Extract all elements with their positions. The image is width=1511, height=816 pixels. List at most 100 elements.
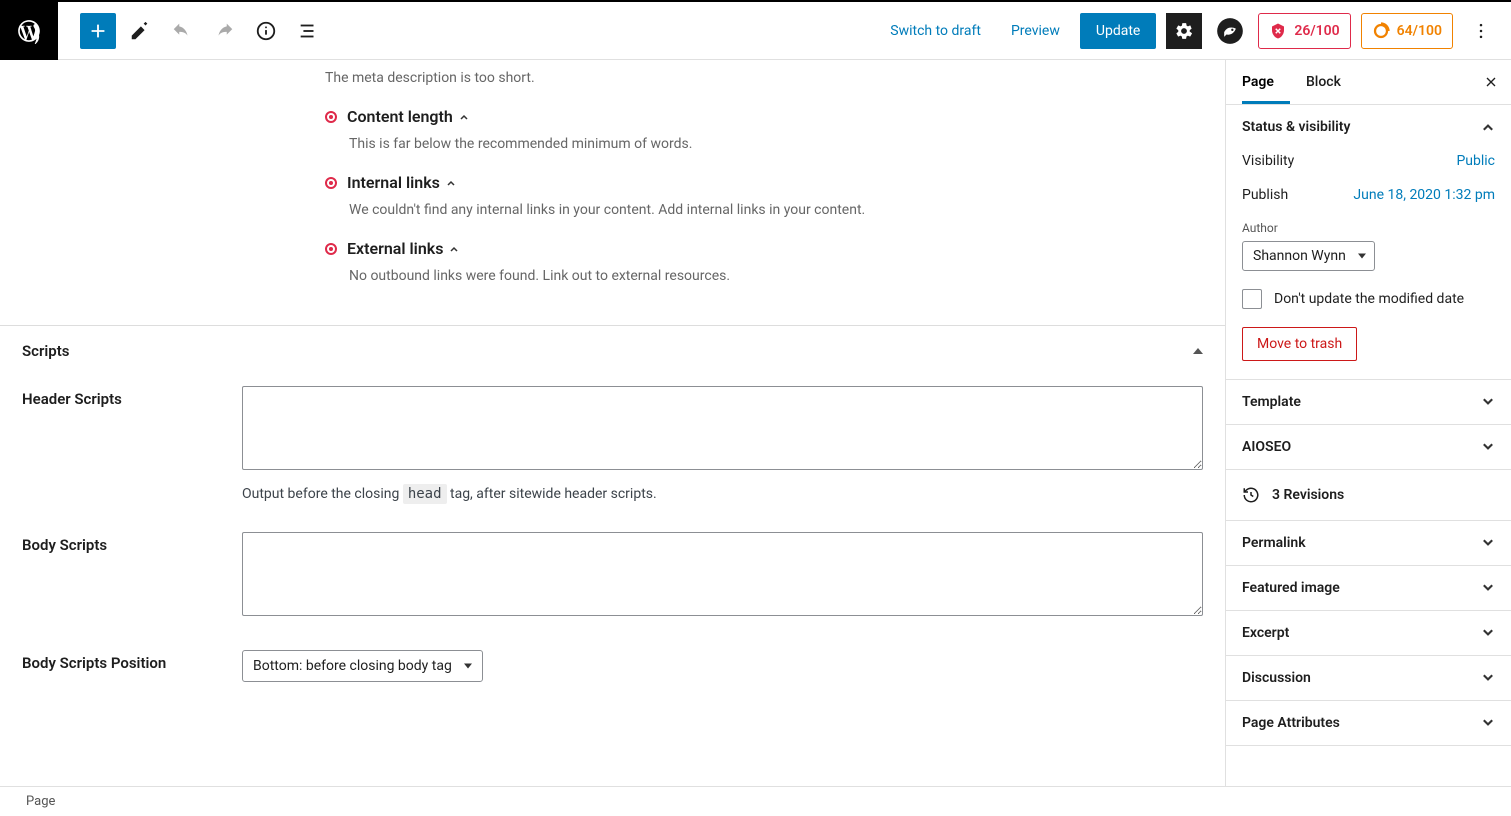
outline-icon[interactable]	[290, 13, 326, 49]
sidebar-tabs: Page Block	[1226, 60, 1511, 105]
chevron-up-icon	[1481, 120, 1495, 134]
chevron-down-icon	[1481, 581, 1495, 595]
update-button[interactable]: Update	[1080, 13, 1156, 49]
visibility-value[interactable]: Public	[1456, 153, 1495, 169]
main-editor: The meta description is too short. Conte…	[0, 60, 1225, 786]
seo-item-header[interactable]: External links	[325, 239, 1185, 258]
seo-score-badge[interactable]: 26/100	[1258, 13, 1350, 49]
tab-page[interactable]: Page	[1226, 60, 1290, 104]
discussion-header[interactable]: Discussion	[1226, 656, 1511, 700]
permalink-header[interactable]: Permalink	[1226, 521, 1511, 565]
breadcrumb-bar: Page	[0, 786, 1511, 816]
seo-analysis-list: The meta description is too short. Conte…	[0, 68, 1225, 325]
scripts-panel-header[interactable]: Scripts	[0, 326, 1225, 376]
seo-item-desc: No outbound links were found. Link out t…	[349, 266, 1185, 287]
body-scripts-textarea[interactable]	[242, 532, 1203, 616]
excerpt-header[interactable]: Excerpt	[1226, 611, 1511, 655]
readability-score-badge[interactable]: 64/100	[1361, 13, 1453, 49]
redo-button[interactable]	[206, 13, 242, 49]
publish-value[interactable]: June 18, 2020 1:32 pm	[1353, 187, 1495, 203]
dont-update-label: Don't update the modified date	[1274, 291, 1464, 307]
editor-toolbar: Switch to draft Preview Update 26/100 64…	[0, 0, 1511, 60]
chevron-down-icon	[1481, 671, 1495, 685]
move-to-trash-button[interactable]: Move to trash	[1242, 327, 1357, 361]
page-attributes-panel: Page Attributes	[1226, 701, 1511, 746]
body-scripts-label: Body Scripts	[22, 532, 242, 554]
close-sidebar-button[interactable]	[1471, 60, 1511, 104]
seo-item-title: Internal links	[347, 173, 440, 192]
author-row: Author Shannon Wynn	[1242, 221, 1495, 271]
scripts-panel: Scripts Header Scripts Output before the…	[0, 325, 1225, 742]
toolbar-left	[58, 13, 326, 49]
settings-button[interactable]	[1166, 13, 1202, 49]
excerpt-panel: Excerpt	[1226, 611, 1511, 656]
aioseo-panel: AIOSEO	[1226, 425, 1511, 470]
chevron-up-icon	[459, 112, 469, 122]
edit-icon[interactable]	[122, 13, 158, 49]
header-scripts-row: Header Scripts Output before the closing…	[22, 386, 1203, 502]
revisions-row[interactable]: 3 Revisions	[1226, 470, 1511, 520]
add-block-button[interactable]	[80, 13, 116, 49]
preview-button[interactable]: Preview	[1001, 15, 1070, 47]
chevron-down-icon	[1481, 440, 1495, 454]
dont-update-row: Don't update the modified date	[1242, 289, 1495, 309]
scripts-panel-body: Header Scripts Output before the closing…	[0, 376, 1225, 742]
author-select[interactable]: Shannon Wynn	[1242, 241, 1375, 271]
body-position-label: Body Scripts Position	[22, 650, 242, 672]
visibility-row: Visibility Public	[1242, 153, 1495, 169]
breadcrumb[interactable]: Page	[26, 794, 55, 809]
permalink-panel: Permalink	[1226, 521, 1511, 566]
readability-score-value: 64/100	[1397, 23, 1442, 39]
aioseo-header[interactable]: AIOSEO	[1226, 425, 1511, 469]
seo-item: Internal links We couldn't find any inte…	[325, 173, 1225, 221]
more-menu-button[interactable]	[1463, 13, 1499, 49]
switch-to-draft-button[interactable]: Switch to draft	[880, 15, 991, 47]
discussion-panel: Discussion	[1226, 656, 1511, 701]
header-scripts-hint: Output before the closing head tag, afte…	[242, 486, 1203, 502]
wordpress-logo[interactable]	[0, 2, 58, 60]
history-icon	[1242, 486, 1260, 504]
collapse-triangle-icon	[1193, 348, 1203, 354]
featured-image-header[interactable]: Featured image	[1226, 566, 1511, 610]
header-scripts-textarea[interactable]	[242, 386, 1203, 470]
seo-item-title: Content length	[347, 107, 453, 126]
revisions-panel: 3 Revisions	[1226, 470, 1511, 521]
status-visibility-header[interactable]: Status & visibility	[1226, 105, 1511, 149]
seo-item-desc: We couldn't find any internal links in y…	[349, 200, 1185, 221]
dont-update-checkbox[interactable]	[1242, 289, 1262, 309]
settings-sidebar: Page Block Status & visibility Visibilit…	[1225, 60, 1511, 786]
seo-item: The meta description is too short.	[325, 68, 1225, 89]
tab-underline	[1242, 101, 1290, 104]
workspace: The meta description is too short. Conte…	[0, 60, 1511, 786]
seo-item: External links No outbound links were fo…	[325, 239, 1225, 287]
page-attributes-header[interactable]: Page Attributes	[1226, 701, 1511, 745]
seo-item-desc: This is far below the recommended minimu…	[349, 134, 1185, 155]
seo-score-value: 26/100	[1294, 23, 1339, 39]
aioseo-icon[interactable]	[1212, 13, 1248, 49]
publish-row: Publish June 18, 2020 1:32 pm	[1242, 187, 1495, 203]
template-panel: Template	[1226, 380, 1511, 425]
status-visibility-panel: Status & visibility Visibility Public Pu…	[1226, 105, 1511, 380]
body-position-select[interactable]: Bottom: before closing body tag	[242, 650, 483, 682]
info-icon[interactable]	[248, 13, 284, 49]
undo-button[interactable]	[164, 13, 200, 49]
revisions-label: 3 Revisions	[1272, 487, 1344, 503]
seo-item-header[interactable]: Content length	[325, 107, 1185, 126]
publish-label: Publish	[1242, 187, 1288, 203]
chevron-up-icon	[446, 178, 456, 188]
error-dot-icon	[325, 243, 337, 255]
seo-item: Content length This is far below the rec…	[325, 107, 1225, 155]
status-visibility-body: Visibility Public Publish June 18, 2020 …	[1226, 149, 1511, 379]
chevron-down-icon	[1481, 395, 1495, 409]
seo-item-title: External links	[347, 239, 443, 258]
visibility-label: Visibility	[1242, 153, 1294, 169]
template-header[interactable]: Template	[1226, 380, 1511, 424]
tab-block[interactable]: Block	[1290, 60, 1357, 104]
seo-item-header[interactable]: Internal links	[325, 173, 1185, 192]
body-scripts-row: Body Scripts	[22, 532, 1203, 620]
toolbar-right: Switch to draft Preview Update 26/100 64…	[880, 13, 1511, 49]
scripts-panel-title: Scripts	[22, 342, 69, 360]
header-scripts-label: Header Scripts	[22, 386, 242, 408]
chevron-down-icon	[1481, 536, 1495, 550]
body-scripts-position-row: Body Scripts Position Bottom: before clo…	[22, 650, 1203, 682]
